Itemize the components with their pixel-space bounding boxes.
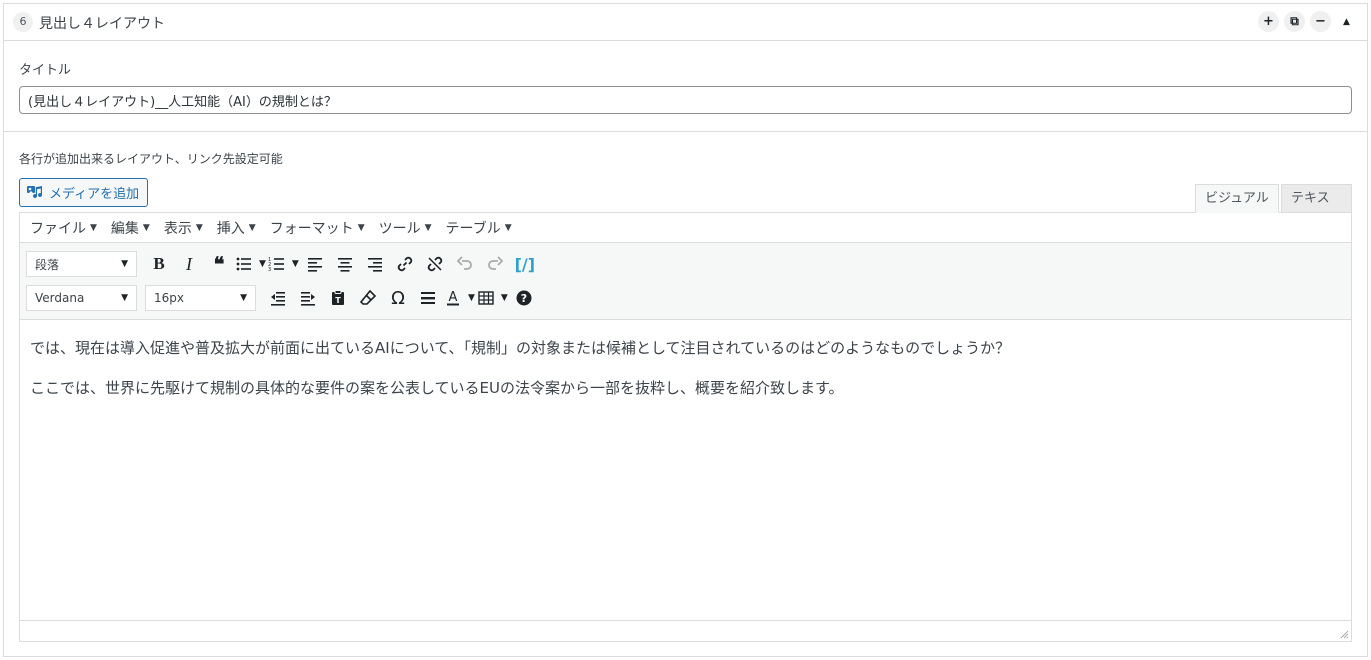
- menu-file-label: ファイル: [30, 220, 86, 237]
- align-left-icon[interactable]: [301, 250, 329, 278]
- minus-icon: −: [1315, 14, 1326, 29]
- align-center-icon[interactable]: [331, 250, 359, 278]
- caret-down-icon: ▼: [424, 222, 432, 233]
- duplicate-row-button[interactable]: ⧉: [1284, 11, 1305, 32]
- plus-icon: +: [1263, 14, 1274, 29]
- horizontal-line-icon[interactable]: [414, 284, 442, 312]
- menu-format[interactable]: フォーマット ▼: [270, 218, 365, 238]
- caret-down-icon: ▼: [121, 293, 128, 303]
- add-media-button[interactable]: メディアを追加: [19, 178, 149, 207]
- undo-icon[interactable]: [451, 250, 479, 278]
- row-title: 見出し４レイアウト: [39, 16, 165, 32]
- toolbar-row-1: 段落 ▼ B I ❝ ▼ 123 ▼ [/]: [26, 249, 539, 279]
- shortcode-icon[interactable]: [/]: [511, 250, 539, 278]
- menu-edit[interactable]: 編集 ▼: [111, 218, 150, 238]
- special-character-icon[interactable]: Ω: [384, 284, 412, 312]
- menu-view[interactable]: 表示 ▼: [164, 218, 203, 238]
- caret-down-icon: ▼: [357, 222, 365, 233]
- menu-insert-label: 挿入: [216, 220, 245, 237]
- outdent-icon[interactable]: [264, 284, 292, 312]
- font-size-select[interactable]: 16px ▼: [145, 285, 256, 311]
- title-input[interactable]: [19, 86, 1352, 114]
- bold-icon[interactable]: B: [145, 250, 173, 278]
- clear-formatting-icon[interactable]: [354, 284, 382, 312]
- editor-content[interactable]: では、現在は導入促進や普及拡大が前面に出ているAIについて、「規制」の対象または…: [20, 321, 1351, 621]
- svg-text:?: ?: [521, 292, 527, 305]
- tab-text[interactable]: テキスト: [1281, 184, 1352, 233]
- caret-down-icon: ▼: [240, 293, 247, 303]
- numbered-list-icon[interactable]: 123 ▼: [268, 250, 299, 278]
- text-color-icon[interactable]: A ▼: [444, 284, 475, 312]
- caret-down-icon: ▼: [248, 222, 256, 233]
- menu-edit-label: 編集: [110, 220, 139, 237]
- paragraph-format-select[interactable]: 段落 ▼: [26, 251, 137, 277]
- paragraph-format-value: 段落: [35, 257, 60, 272]
- bullet-list-icon[interactable]: ▼: [235, 250, 266, 278]
- editor-menubar: ファイル ▼ 編集 ▼ 表示 ▼ 挿入 ▼ フォーマット ▼ ツール ▼ テーブル ▼: [20, 213, 1351, 243]
- svg-text:T: T: [335, 296, 341, 305]
- menu-tools[interactable]: ツール ▼: [379, 218, 432, 238]
- font-family-select[interactable]: Verdana ▼: [26, 285, 137, 311]
- font-size-value: 16px: [154, 291, 184, 305]
- help-icon[interactable]: ?: [510, 284, 538, 312]
- row-number-badge: 6: [13, 12, 33, 32]
- content-paragraph: ここでは、世界に先駆けて規制の具体的な要件の案を公表しているEUの法令案から一部…: [30, 379, 844, 397]
- svg-text:A: A: [449, 290, 458, 305]
- menu-table-label: テーブル: [445, 220, 501, 237]
- caret-down-icon: ▼: [500, 293, 508, 303]
- paste-text-icon[interactable]: T: [324, 284, 352, 312]
- caret-down-icon: ▼: [142, 222, 150, 233]
- align-right-icon[interactable]: [361, 250, 389, 278]
- menu-insert[interactable]: 挿入 ▼: [217, 218, 256, 238]
- editor-statusbar: [20, 620, 1351, 641]
- media-icon: [27, 185, 43, 198]
- menu-format-label: フォーマット: [269, 220, 354, 237]
- unlink-icon[interactable]: [421, 250, 449, 278]
- duplicate-icon: ⧉: [1290, 14, 1299, 28]
- content-paragraph: では、現在は導入促進や普及拡大が前面に出ているAIについて、「規制」の対象または…: [30, 339, 1011, 357]
- caret-down-icon: ▼: [468, 293, 475, 303]
- caret-down-icon: ▼: [259, 259, 266, 269]
- row-controls: + ⧉ − ▲: [1258, 11, 1357, 32]
- collapse-row-button[interactable]: ▲: [1336, 11, 1357, 32]
- font-family-value: Verdana: [35, 291, 85, 305]
- menu-table[interactable]: テーブル ▼: [446, 218, 512, 238]
- caret-down-icon: ▼: [121, 259, 128, 269]
- caret-down-icon: ▼: [504, 222, 512, 233]
- link-icon[interactable]: [391, 250, 419, 278]
- title-field-label: タイトル: [19, 63, 72, 78]
- caret-down-icon: ▼: [195, 222, 203, 233]
- menu-view-label: 表示: [163, 220, 192, 237]
- editor-toolbar: 段落 ▼ B I ❝ ▼ 123 ▼ [/] Verdana ▼ 16px ▼ …: [20, 243, 1351, 320]
- resize-handle-icon[interactable]: [1339, 629, 1349, 639]
- rich-text-editor: ファイル ▼ 編集 ▼ 表示 ▼ 挿入 ▼ フォーマット ▼ ツール ▼ テーブル ▼ 段落 ▼…: [19, 212, 1352, 642]
- editor-description: 各行が追加出来るレイアウト、リンク先設定可能: [19, 152, 283, 166]
- toolbar-row-2: Verdana ▼ 16px ▼ T Ω A ▼ ▼ ?: [26, 283, 538, 313]
- add-media-label: メディアを追加: [49, 187, 140, 202]
- section-divider: [4, 131, 1367, 132]
- row-header[interactable]: 6 見出し４レイアウト + ⧉ − ▲: [4, 4, 1367, 41]
- tab-visual[interactable]: ビジュアル: [1195, 184, 1279, 213]
- blockquote-icon[interactable]: ❝: [205, 250, 233, 278]
- triangle-up-icon: ▲: [1343, 16, 1350, 27]
- menu-file[interactable]: ファイル ▼: [30, 218, 97, 238]
- italic-icon[interactable]: I: [175, 250, 203, 278]
- svg-text:3: 3: [268, 267, 271, 273]
- add-row-button[interactable]: +: [1258, 11, 1279, 32]
- layout-row-panel: 6 見出し４レイアウト + ⧉ − ▲ タイトル 各行が追加出来るレイアウト、リ…: [3, 3, 1368, 657]
- table-icon[interactable]: ▼: [477, 284, 508, 312]
- remove-row-button[interactable]: −: [1310, 11, 1331, 32]
- caret-down-icon: ▼: [90, 222, 97, 233]
- redo-icon[interactable]: [481, 250, 509, 278]
- menu-tools-label: ツール: [378, 220, 421, 237]
- indent-icon[interactable]: [294, 284, 322, 312]
- caret-down-icon: ▼: [291, 259, 299, 269]
